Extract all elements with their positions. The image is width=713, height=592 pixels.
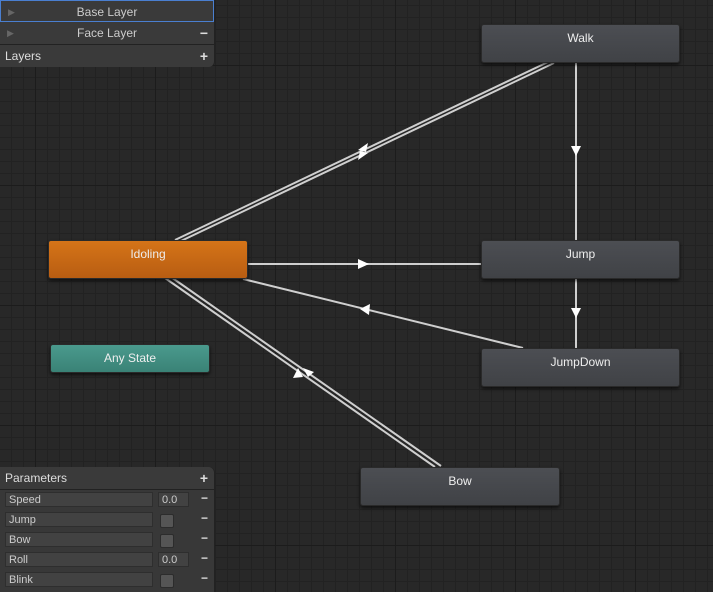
arrow-icon <box>571 146 581 156</box>
parameters-title: Parameters <box>5 471 68 485</box>
parameter-name[interactable]: Roll <box>5 552 153 567</box>
parameter-name[interactable]: Bow <box>5 532 153 547</box>
remove-layer-button[interactable]: − <box>200 22 208 44</box>
parameter-row: Jump − <box>0 510 214 530</box>
arrow-icon <box>571 308 581 318</box>
layer-base[interactable]: ▶ Base Layer <box>0 0 214 22</box>
parameter-bool-checkbox[interactable] <box>160 574 174 588</box>
state-bow[interactable]: Bow <box>360 467 560 506</box>
layer-label: Base Layer <box>76 5 138 19</box>
parameters-header: Parameters + <box>0 467 214 490</box>
state-jump[interactable]: Jump <box>481 240 680 279</box>
remove-parameter-button[interactable]: − <box>201 571 208 585</box>
parameter-bool-checkbox[interactable] <box>160 534 174 548</box>
remove-parameter-button[interactable]: − <box>201 491 208 505</box>
parameter-row: Blink − <box>0 570 214 590</box>
remove-parameter-button[interactable]: − <box>201 531 208 545</box>
layer-face[interactable]: ▶ Face Layer − <box>0 22 214 45</box>
remove-parameter-button[interactable]: − <box>201 511 208 525</box>
arrow-icon <box>358 259 369 269</box>
add-layer-button[interactable]: + <box>200 45 208 67</box>
parameter-row: Roll 0.0− <box>0 550 214 570</box>
parameter-name[interactable]: Speed <box>5 492 153 507</box>
state-label: Idoling <box>130 247 166 261</box>
state-idoling[interactable]: Idoling <box>48 240 248 279</box>
transition-walk-idoling[interactable] <box>180 62 555 242</box>
layers-header: Layers + <box>0 45 214 67</box>
parameter-float-value[interactable]: 0.0 <box>158 552 189 567</box>
expand-icon[interactable]: ▶ <box>8 1 15 23</box>
transition-idoling-walk[interactable] <box>174 61 549 241</box>
state-label: Jump <box>565 247 596 261</box>
state-any-state[interactable]: Any State <box>50 344 210 373</box>
parameter-bool-checkbox[interactable] <box>160 514 174 528</box>
layers-title: Layers <box>5 49 42 63</box>
parameters-panel: Parameters + Speed 0.0− Jump − Bow − Roll 0.0… <box>0 467 215 592</box>
layer-label: Face Layer <box>76 26 138 40</box>
parameter-row: Bow − <box>0 530 214 550</box>
state-label: Walk <box>567 31 594 45</box>
state-jumpdown[interactable]: JumpDown <box>481 348 680 387</box>
parameter-row: Speed 0.0− <box>0 490 214 510</box>
parameter-name[interactable]: Blink <box>5 572 153 587</box>
state-label: Bow <box>448 474 472 488</box>
parameter-float-value[interactable]: 0.0 <box>158 492 189 507</box>
transition-jumpdown-idoling[interactable] <box>242 278 524 349</box>
arrow-icon <box>360 304 370 315</box>
remove-parameter-button[interactable]: − <box>201 551 208 565</box>
expand-icon[interactable]: ▶ <box>7 22 14 44</box>
state-label: Any State <box>103 351 157 365</box>
arrow-icon <box>358 143 368 152</box>
state-walk[interactable]: Walk <box>481 24 680 63</box>
add-parameter-button[interactable]: + <box>200 467 208 489</box>
parameter-name[interactable]: Jump <box>5 512 153 527</box>
state-label: JumpDown <box>550 355 611 369</box>
layers-panel: ▶ Base Layer ▶ Face Layer − Layers + <box>0 0 215 67</box>
